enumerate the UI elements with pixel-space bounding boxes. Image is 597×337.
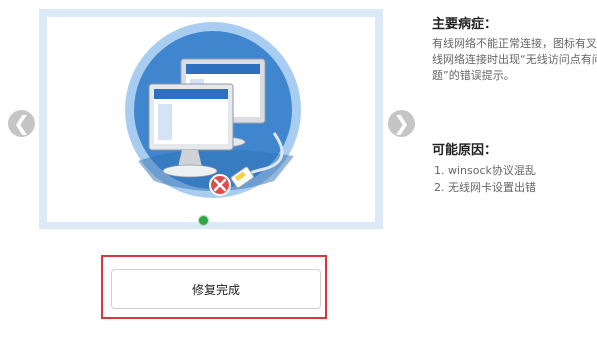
symptoms-section: 主要病症： 有线网络不能正常连接，图标有叉；无线网络连接时出现“无线访问点有问题… (432, 13, 597, 84)
repair-complete-button[interactable]: 修复完成 (111, 269, 321, 309)
carousel-prev-button[interactable]: ❮ (8, 110, 35, 137)
chevron-right-icon: ❯ (393, 111, 410, 135)
cause-item: 2. 无线网卡设置出错 (434, 181, 536, 194)
symptoms-title: 主要病症： (432, 17, 498, 32)
causes-list: 1. winsock协议混乱 2. 无线网卡设置出错 (432, 162, 597, 196)
causes-title: 可能原因： (432, 143, 498, 158)
carousel-slide (47, 17, 375, 222)
causes-section: 可能原因： 1. winsock协议混乱 2. 无线网卡设置出错 (432, 139, 597, 196)
carousel-frame (39, 9, 383, 229)
symptoms-text: 有线网络不能正常连接，图标有叉；无线网络连接时出现“无线访问点有问题”的错误提示… (432, 37, 597, 82)
chevron-left-icon: ❮ (13, 111, 30, 135)
network-computers-disconnected-icon (125, 22, 301, 198)
repair-complete-label: 修复完成 (191, 282, 240, 297)
cause-item: 1. winsock协议混乱 (434, 164, 536, 177)
carousel-next-button[interactable]: ❯ (388, 110, 415, 137)
carousel-dot-active[interactable] (199, 216, 208, 225)
